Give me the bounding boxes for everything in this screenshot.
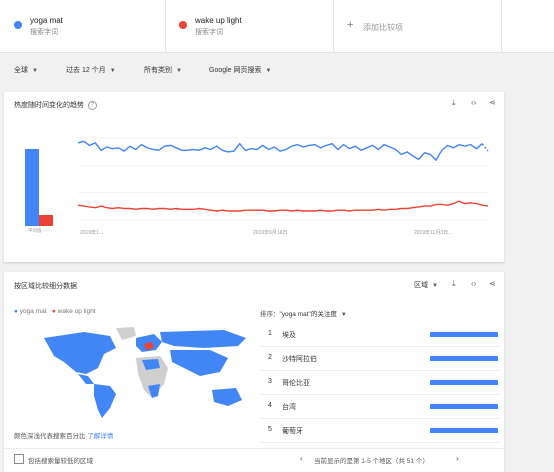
series-color-dot <box>14 21 22 29</box>
map-legend: ● yoga mat ● wake up light <box>14 308 96 315</box>
include-low-volume-label: 包括搜索量较低的区域 <box>28 458 93 465</box>
map-south-america <box>94 384 116 418</box>
sort-label: 排序： <box>260 311 280 318</box>
map-asia <box>170 350 228 376</box>
term-card-wake-up-light[interactable]: wake up light 搜索字词 <box>165 0 334 52</box>
region-value-bar <box>430 356 498 361</box>
time-filter[interactable]: 过去 12 个月 ▼ <box>66 65 116 75</box>
color-note-text: 颜色深浅代表搜索百分比 <box>14 433 86 440</box>
sort-value: "yoga mat"的关注度 <box>279 311 337 318</box>
region-value-bar <box>430 380 498 385</box>
filter-bar: 全球 ▼ 过去 12 个月 ▼ 所有类别 ▼ Google 网页搜索 ▼ <box>0 56 554 82</box>
x-tick-label: 2019年1... <box>80 229 103 236</box>
region-value-bar <box>430 428 498 433</box>
x-tick-label: 2019年11月3日... <box>414 229 452 236</box>
caret-down-icon: ▼ <box>340 312 347 318</box>
card-title: 按区域比较细分数据 <box>14 283 77 290</box>
include-low-volume-checkbox[interactable] <box>14 454 24 464</box>
caret-down-icon: ▼ <box>109 68 116 74</box>
term-subtitle: 搜索字词 <box>30 29 58 36</box>
category-filter-label: 所有类别 <box>144 67 172 74</box>
caret-down-icon: ▼ <box>432 283 438 289</box>
download-icon[interactable]: ⤓ <box>452 98 456 108</box>
search-type-filter[interactable]: Google 网页搜索 ▼ <box>209 65 271 75</box>
region-rank: 3 <box>268 378 272 385</box>
region-rank: 2 <box>268 354 272 361</box>
region-row[interactable]: 1 埃及 <box>260 322 500 347</box>
world-map[interactable] <box>24 324 254 420</box>
region-value-bar <box>430 404 498 409</box>
averages-label: 平均值 <box>28 228 42 233</box>
download-icon[interactable]: ⤓ <box>452 279 456 289</box>
region-name: 哥伦比亚 <box>282 380 310 387</box>
map-russia <box>160 330 246 348</box>
region-name: 沙特阿拉伯 <box>282 356 317 363</box>
series-line-partial <box>481 143 489 152</box>
trend-chart[interactable]: 2019年1... 2019年6月16日 2019年11月3日... <box>78 134 498 238</box>
region-rank: 1 <box>268 330 272 337</box>
region-breakdown-card: 按区域比较细分数据 区域 ▼ ⤓ ‹› ⋖ ● yoga mat ● wake u… <box>4 272 504 472</box>
term-subtitle: 搜索字词 <box>195 29 223 36</box>
chevron-right-icon[interactable]: › <box>456 454 459 463</box>
add-compare-button[interactable]: + 添加比较项 <box>333 0 502 52</box>
average-bar-yoga-mat <box>25 148 39 226</box>
region-value-bar <box>430 332 498 337</box>
region-rank: 4 <box>268 402 272 409</box>
region-row[interactable]: 2 沙特阿拉伯 <box>260 346 500 371</box>
embed-icon[interactable]: ‹› <box>471 279 476 288</box>
help-icon[interactable]: ? <box>88 100 97 110</box>
region-level-label: 区域 <box>414 282 428 289</box>
region-filter-label: 全球 <box>14 67 28 74</box>
map-greenland <box>116 327 136 340</box>
series-line-wake-up-light <box>78 200 489 212</box>
legend-dot-yoga-mat: ● <box>14 308 18 315</box>
card-title: 热度随时间变化的趋势? <box>14 100 97 110</box>
caret-down-icon: ▼ <box>32 68 38 74</box>
map-central-america <box>78 374 94 384</box>
plus-icon: + <box>347 19 354 31</box>
embed-icon[interactable]: ‹› <box>471 98 476 107</box>
terms-bar: yoga mat 搜索字词 wake up light 搜索字词 + 添加比较项 <box>0 0 554 53</box>
region-row[interactable]: 4 台湾 <box>260 394 500 419</box>
interest-over-time-card: 热度随时间变化的趋势? ⤓ ‹› ⋖ 平均值 2019年1... 2019年6月1… <box>4 92 504 262</box>
legend-label-yoga-mat: yoga mat <box>19 308 47 315</box>
averages-panel: 平均值 <box>24 132 58 233</box>
category-filter[interactable]: 所有类别 ▼ <box>144 65 182 75</box>
caret-down-icon: ▼ <box>265 68 272 74</box>
region-level-select[interactable]: 区域 ▼ <box>414 280 438 290</box>
pagination-text: 当前显示的是第 1-5 个地区（共 51 个） <box>314 458 429 465</box>
series-color-dot <box>179 21 187 29</box>
region-rank: 5 <box>268 426 272 433</box>
search-type-filter-label: Google 网页搜索 <box>209 67 262 74</box>
region-row[interactable]: 5 葡萄牙 <box>260 418 500 443</box>
card-title-text: 热度随时间变化的趋势 <box>14 102 84 109</box>
add-compare-label: 添加比较项 <box>363 23 403 32</box>
map-north-america <box>44 332 116 374</box>
region-name: 台湾 <box>282 404 296 411</box>
time-filter-label: 过去 12 个月 <box>66 67 106 74</box>
map-southern-africa <box>148 384 160 398</box>
x-tick-label: 2019年6月16日 <box>253 229 287 236</box>
chevron-left-icon[interactable]: ‹ <box>300 454 303 463</box>
region-name: 葡萄牙 <box>282 428 303 435</box>
card-footer-divider <box>4 448 504 449</box>
series-line-yoga-mat <box>78 140 483 162</box>
share-icon[interactable]: ⋖ <box>489 279 496 288</box>
learn-more-link[interactable]: 了解详情 <box>87 433 113 440</box>
color-note: 颜色深浅代表搜索百分比 了解详情 <box>14 430 113 440</box>
term-name: wake up light <box>195 16 242 25</box>
region-filter[interactable]: 全球 ▼ <box>14 65 38 75</box>
average-bar-wake-up-light <box>39 214 53 226</box>
region-name: 埃及 <box>282 332 296 339</box>
term-name: yoga mat <box>30 16 63 25</box>
sort-select[interactable]: 排序："yoga mat"的关注度 ▼ <box>260 308 347 318</box>
share-icon[interactable]: ⋖ <box>489 98 496 107</box>
term-card-yoga-mat[interactable]: yoga mat 搜索字词 <box>0 0 166 52</box>
legend-label-wake-up-light: wake up light <box>57 308 96 315</box>
caret-down-icon: ▼ <box>176 68 182 74</box>
map-australia <box>212 388 242 406</box>
legend-dot-wake-up-light: ● <box>51 308 56 315</box>
region-row[interactable]: 3 哥伦比亚 <box>260 370 500 395</box>
